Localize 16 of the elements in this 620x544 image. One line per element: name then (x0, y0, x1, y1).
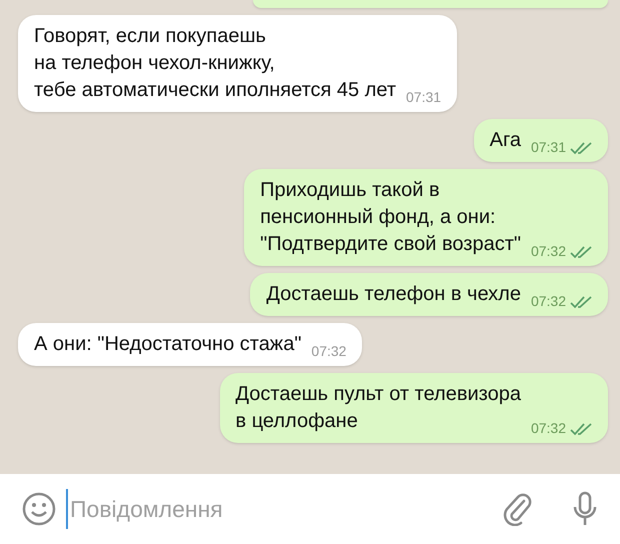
message-time: 07:31 (530, 138, 566, 157)
message-time: 07:32 (530, 419, 566, 438)
emoji-icon[interactable] (22, 492, 56, 526)
message-time: 07:31 (406, 88, 442, 107)
message-time: 07:32 (530, 242, 566, 261)
message-text: Достаешь телефон в чехле (266, 282, 521, 307)
message-time: 07:32 (311, 342, 346, 361)
message-field[interactable]: Повідомлення (66, 489, 492, 529)
message-text: Ага (490, 128, 521, 153)
paperclip-icon[interactable] (502, 492, 532, 526)
message-text: Приходишь такой в пенсионный фонд, а они: "Подтвердите свой возраст" (260, 178, 521, 257)
message-text: Достаешь пульт от телевизора в целлофане (236, 382, 521, 434)
message-text: А они: "Недостаточно стажа" (34, 332, 302, 357)
message-text: Говорят, если покупаешь на телефон чехол-книжку, тебе автоматически иполняется 45 лет (34, 24, 396, 103)
microphone-icon[interactable] (572, 491, 598, 527)
message-time: 07:32 (530, 292, 566, 311)
